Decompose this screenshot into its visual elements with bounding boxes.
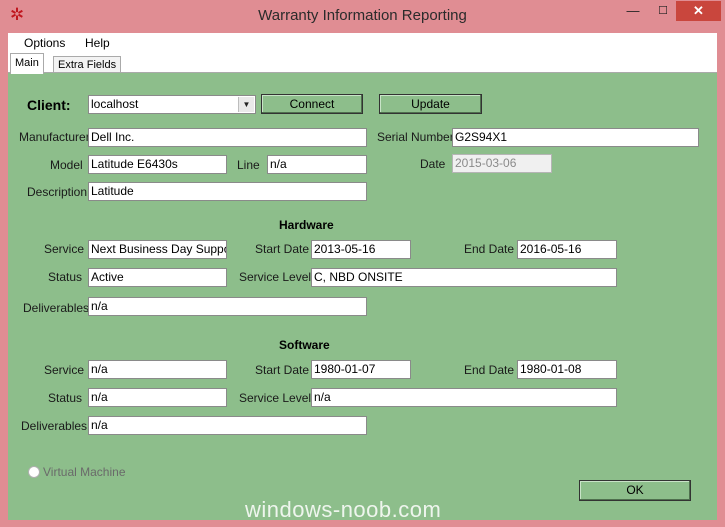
virtual-machine-label: Virtual Machine: [43, 465, 126, 479]
hw-end-date-field[interactable]: 2016-05-16: [517, 240, 617, 259]
model-field[interactable]: Latitude E6430s: [88, 155, 227, 174]
dropdown-arrow-icon[interactable]: ▼: [238, 97, 254, 112]
client-label: Client:: [27, 97, 71, 113]
maximize-button[interactable]: ☐: [650, 1, 676, 21]
date-label: Date: [420, 157, 446, 171]
serial-number-field[interactable]: G2S94X1: [452, 128, 699, 147]
hw-status-label: Status: [48, 270, 83, 284]
hw-deliverables-field[interactable]: n/a: [88, 297, 367, 316]
manufacturer-field[interactable]: Dell Inc.: [88, 128, 367, 147]
update-button[interactable]: Update: [379, 94, 482, 114]
watermark-text: windows-noob.com: [245, 497, 442, 522]
title-bar[interactable]: ✲ Warranty Information Reporting — ☐ ✕: [0, 0, 725, 32]
client-value: localhost: [91, 97, 139, 111]
tab-main[interactable]: Main: [10, 53, 44, 74]
sw-start-date-field[interactable]: 1980-01-07: [311, 360, 411, 379]
hw-service-field[interactable]: Next Business Day Support: [88, 240, 227, 259]
window-title: Warranty Information Reporting: [258, 7, 467, 24]
line-field[interactable]: n/a: [267, 155, 367, 174]
virtual-machine-radio[interactable]: [28, 466, 40, 478]
hw-service-label: Service: [44, 242, 85, 256]
close-button[interactable]: ✕: [676, 1, 721, 21]
hw-service-level-label: Service Level: [239, 270, 312, 284]
tab-strip: Main Extra Fields: [8, 53, 717, 74]
hardware-heading: Hardware: [279, 218, 334, 232]
sw-deliverables-label: Deliverables: [21, 419, 88, 433]
software-heading: Software: [279, 338, 330, 352]
minimize-button[interactable]: —: [620, 1, 646, 21]
hw-start-date-label: Start Date: [255, 242, 310, 256]
sw-end-date-field[interactable]: 1980-01-08: [517, 360, 617, 379]
model-label: Model: [50, 158, 83, 172]
sw-start-date-label: Start Date: [255, 363, 310, 377]
sw-service-label: Service: [44, 363, 85, 377]
description-field[interactable]: Latitude: [88, 182, 367, 201]
description-label: Description: [27, 185, 88, 199]
menu-options[interactable]: Options: [24, 36, 65, 50]
client-combo[interactable]: localhost ▼: [88, 95, 256, 114]
hw-start-date-field[interactable]: 2013-05-16: [311, 240, 411, 259]
sw-status-label: Status: [48, 391, 83, 405]
hw-service-level-field[interactable]: C, NBD ONSITE: [311, 268, 617, 287]
connect-button[interactable]: Connect: [261, 94, 363, 114]
sw-service-field[interactable]: n/a: [88, 360, 227, 379]
hw-deliverables-label: Deliverables: [23, 301, 90, 315]
ok-button[interactable]: OK: [579, 480, 691, 501]
main-panel: Client: localhost ▼ Connect Update Manuf…: [8, 72, 717, 520]
sw-deliverables-field[interactable]: n/a: [88, 416, 367, 435]
sw-status-field[interactable]: n/a: [88, 388, 227, 407]
date-field: 2015-03-06: [452, 154, 552, 173]
menu-bar: Options Help: [8, 33, 717, 53]
sw-service-level-label: Service Level: [239, 391, 312, 405]
app-window: ✲ Warranty Information Reporting — ☐ ✕ O…: [0, 0, 725, 527]
hw-end-date-label: End Date: [464, 242, 515, 256]
line-label: Line: [237, 158, 260, 172]
sw-service-level-field[interactable]: n/a: [311, 388, 617, 407]
hw-status-field[interactable]: Active: [88, 268, 227, 287]
sw-end-date-label: End Date: [464, 363, 515, 377]
tab-extra-fields[interactable]: Extra Fields: [53, 56, 122, 73]
manufacturer-label: Manufacturer: [19, 130, 90, 144]
serial-number-label: Serial Number: [377, 130, 454, 144]
menu-help[interactable]: Help: [85, 36, 110, 50]
